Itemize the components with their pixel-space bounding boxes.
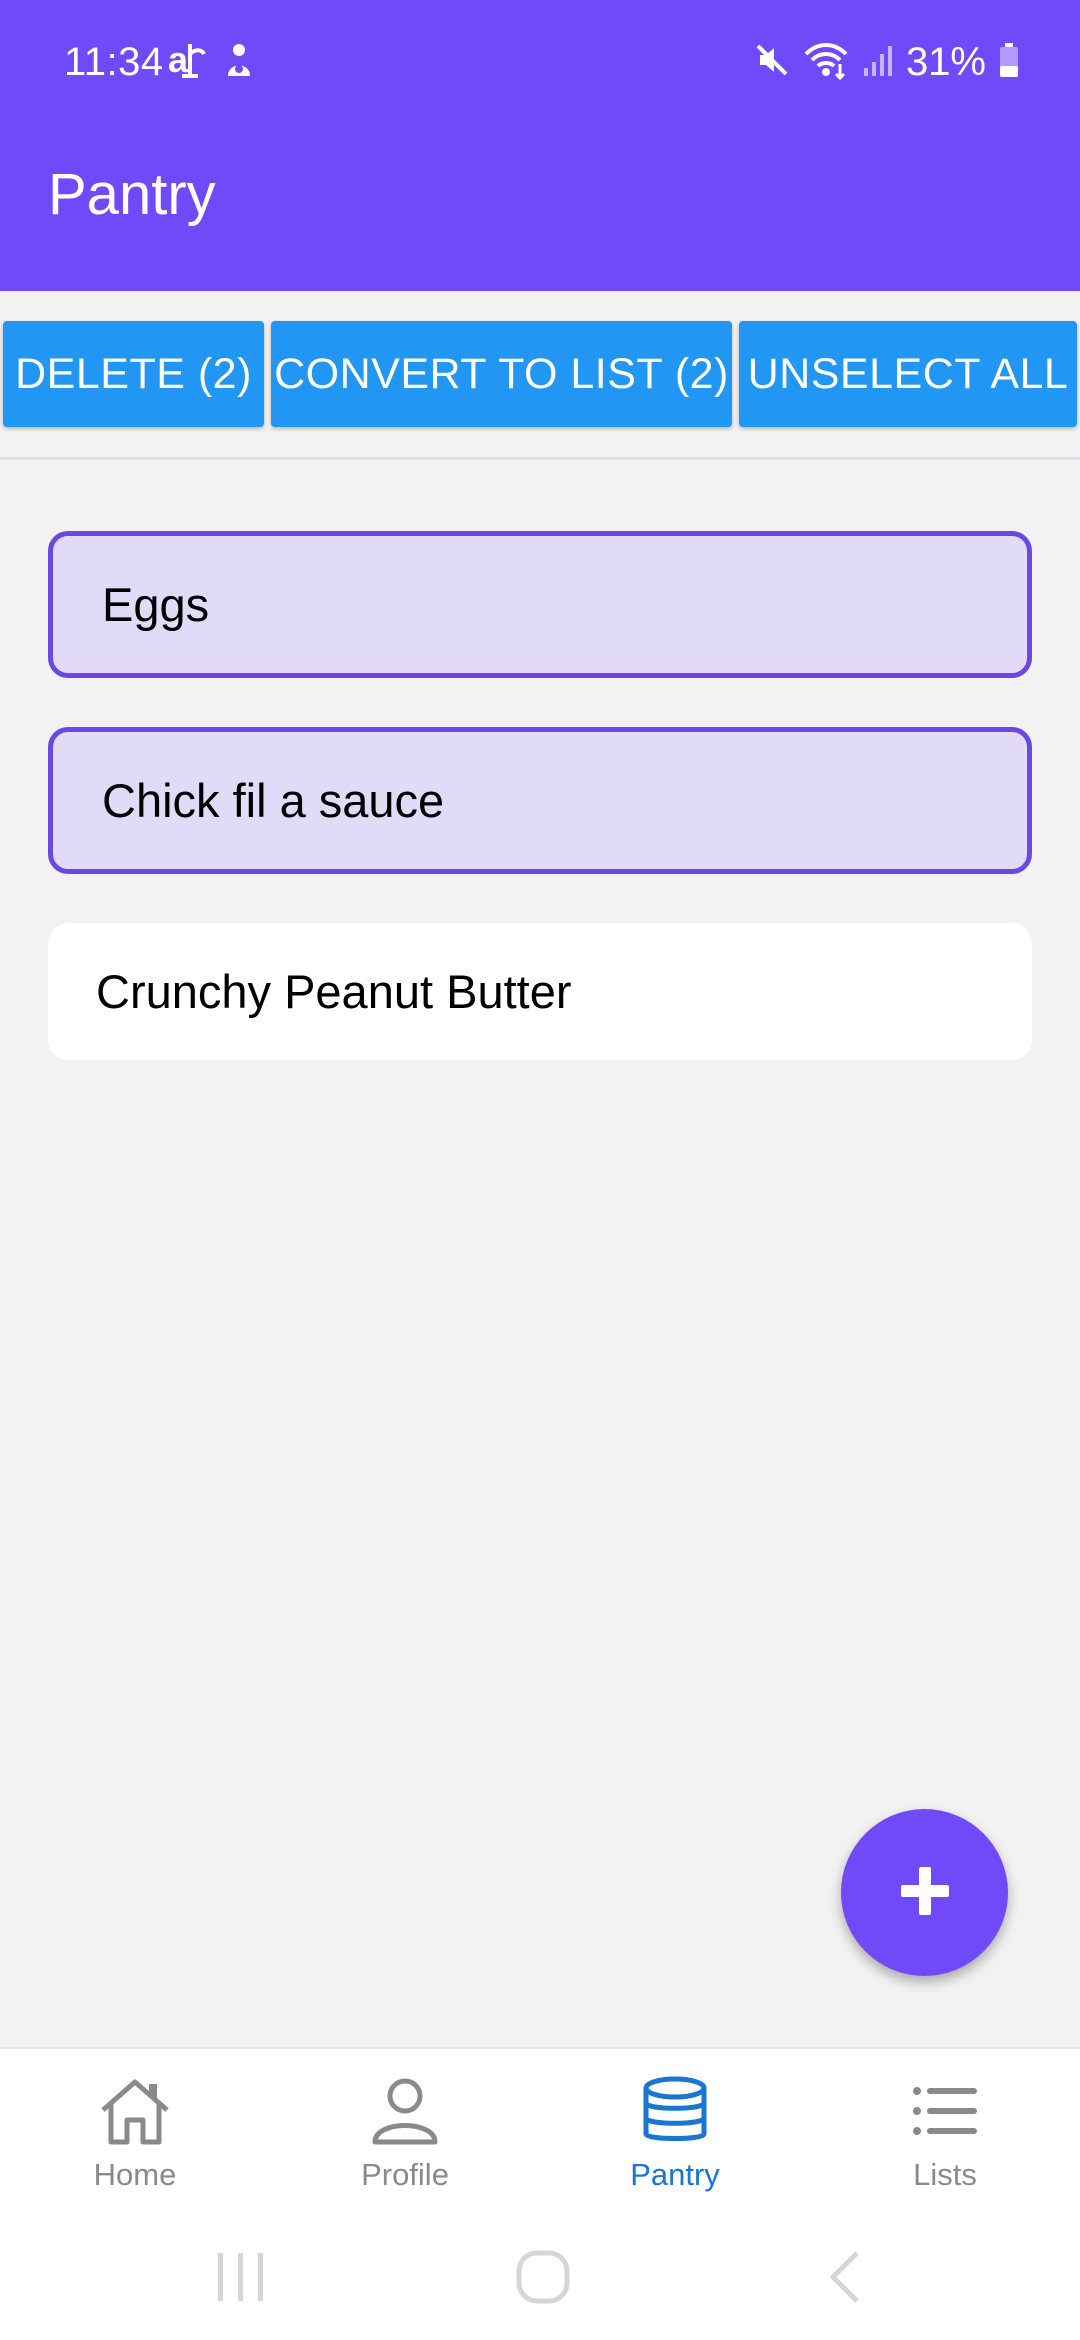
page-title: Pantry bbox=[48, 162, 216, 227]
back-icon bbox=[825, 2249, 865, 2310]
pantry-item-label: Crunchy Peanut Butter bbox=[96, 965, 572, 1018]
nav-label: Home bbox=[93, 2157, 177, 2192]
air-icon: a bbox=[168, 39, 212, 85]
system-navigation-bar bbox=[0, 2222, 1080, 2340]
pantry-list: Eggs Chick fil a sauce Crunchy Peanut Bu… bbox=[48, 531, 1032, 1060]
pantry-item-crunchy-peanut-butter[interactable]: Crunchy Peanut Butter bbox=[48, 923, 1032, 1060]
pantry-item-chick-fil-a-sauce[interactable]: Chick fil a sauce bbox=[48, 727, 1032, 874]
profile-icon bbox=[370, 2073, 440, 2149]
recents-button[interactable] bbox=[190, 2234, 290, 2324]
nav-tab-profile[interactable]: Profile bbox=[270, 2049, 540, 2224]
nav-label: Lists bbox=[913, 2157, 977, 2192]
bottom-navigation: Home Profile Pantry Lists bbox=[0, 2047, 1080, 2224]
status-right-icons: 31% bbox=[754, 38, 1020, 86]
list-icon bbox=[913, 2073, 977, 2149]
selection-action-bar: DELETE (2) CONVERT TO LIST (2) UNSELECT … bbox=[0, 291, 1080, 460]
nav-label: Pantry bbox=[630, 2157, 720, 2192]
plus-icon bbox=[899, 1865, 951, 1920]
nav-tab-lists[interactable]: Lists bbox=[810, 2049, 1080, 2224]
nav-tab-home[interactable]: Home bbox=[0, 2049, 270, 2224]
mute-icon bbox=[754, 42, 790, 83]
nav-label: Profile bbox=[361, 2157, 449, 2192]
pantry-item-label: Eggs bbox=[102, 578, 210, 631]
pantry-item-label: Chick fil a sauce bbox=[102, 774, 445, 827]
recents-icon bbox=[214, 2249, 266, 2310]
notification-icon bbox=[224, 42, 254, 83]
status-left-icons: a bbox=[168, 39, 254, 85]
convert-to-list-button[interactable]: CONVERT TO LIST (2) bbox=[271, 321, 732, 427]
signal-icon bbox=[862, 42, 894, 83]
wifi-icon bbox=[802, 40, 850, 85]
database-icon bbox=[642, 2073, 708, 2149]
status-time: 11:34 bbox=[64, 40, 164, 84]
home-icon bbox=[97, 2073, 173, 2149]
unselect-all-button[interactable]: UNSELECT ALL bbox=[739, 321, 1077, 427]
app-header: 11:34 a 31% Pantry bbox=[0, 0, 1080, 291]
battery-percentage: 31% bbox=[905, 40, 986, 84]
system-home-button[interactable] bbox=[493, 2234, 593, 2324]
pantry-item-eggs[interactable]: Eggs bbox=[48, 531, 1032, 678]
home-circle-icon bbox=[515, 2249, 571, 2310]
system-back-button[interactable] bbox=[795, 2234, 895, 2324]
delete-button[interactable]: DELETE (2) bbox=[3, 321, 264, 427]
add-item-button[interactable] bbox=[841, 1809, 1008, 1976]
battery-icon bbox=[998, 42, 1020, 83]
nav-tab-pantry[interactable]: Pantry bbox=[540, 2049, 810, 2224]
